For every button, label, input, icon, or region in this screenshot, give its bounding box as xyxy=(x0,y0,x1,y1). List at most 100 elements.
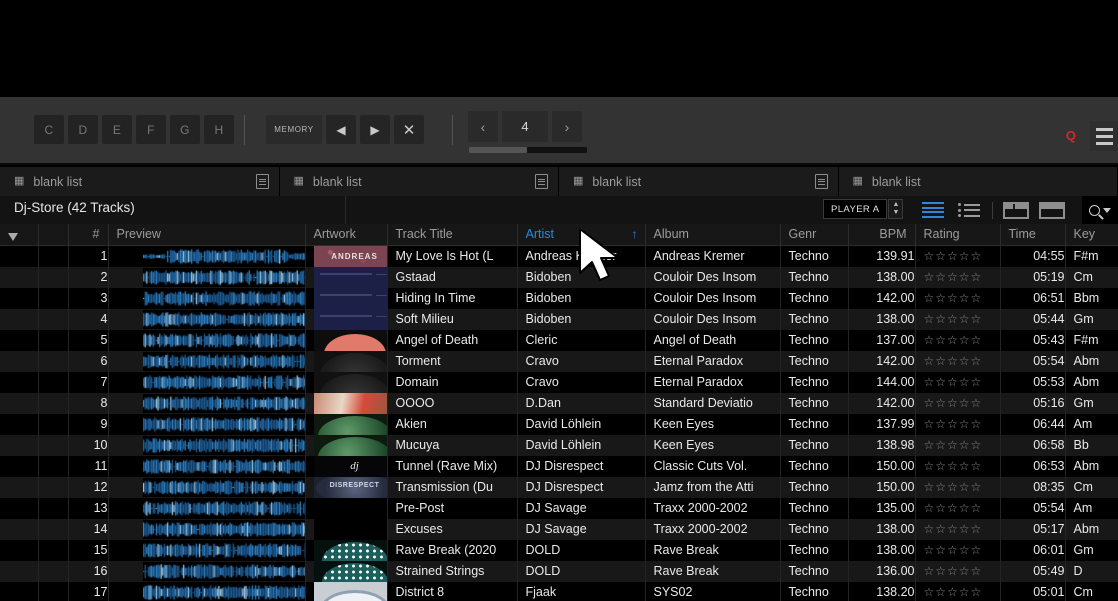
row-flag-cell[interactable] xyxy=(0,581,39,601)
row-waveform-preview[interactable] xyxy=(108,266,306,288)
row-mark-cell[interactable] xyxy=(38,371,69,393)
row-mark-cell[interactable] xyxy=(38,518,69,540)
page-number-display[interactable]: 4 xyxy=(502,111,548,142)
row-flag-cell[interactable] xyxy=(0,371,39,393)
row-rating[interactable]: ☆☆☆☆☆ xyxy=(915,455,1001,477)
row-flag-cell[interactable] xyxy=(0,329,39,351)
column-header-rating[interactable]: Rating xyxy=(915,224,1001,246)
page-scrollbar[interactable] xyxy=(469,147,587,153)
column-header-time[interactable]: Time xyxy=(1000,224,1066,246)
row-waveform-preview[interactable] xyxy=(108,560,306,582)
memory-delete-button[interactable]: ✕ xyxy=(394,115,424,144)
row-flag-cell[interactable] xyxy=(0,476,39,498)
pane-layout-single-icon[interactable] xyxy=(1039,201,1065,219)
table-row[interactable]: 17 District 8 Fjaak SYS02 Techno 138.20 ☆☆☆☆☆ 0… xyxy=(0,581,1118,601)
table-row[interactable]: 1 ANDREAS My Love Is Hot (L Andreas Kremer A… xyxy=(0,245,1118,267)
row-mark-cell[interactable] xyxy=(38,581,69,601)
row-rating[interactable]: ☆☆☆☆☆ xyxy=(915,581,1001,601)
row-rating[interactable]: ☆☆☆☆☆ xyxy=(915,560,1001,582)
page-next-button[interactable]: › xyxy=(552,111,582,142)
table-row[interactable]: 14 Excuses DJ Savage Traxx 2000-2002 Techno 1… xyxy=(0,518,1118,540)
track-list[interactable]: # Preview Artwork Track Title Artist ↑ A… xyxy=(0,224,1118,601)
row-flag-cell[interactable] xyxy=(0,392,39,414)
row-rating[interactable]: ☆☆☆☆☆ xyxy=(915,350,1001,372)
row-waveform-preview[interactable] xyxy=(108,308,306,330)
row-mark-cell[interactable] xyxy=(38,455,69,477)
hotcue-button-e[interactable]: E xyxy=(102,115,132,144)
row-waveform-preview[interactable] xyxy=(108,518,306,540)
row-mark-cell[interactable] xyxy=(38,392,69,414)
view-list-detailed-icon[interactable] xyxy=(915,200,951,220)
row-waveform-preview[interactable] xyxy=(108,434,306,456)
row-flag-cell[interactable] xyxy=(0,518,39,540)
row-flag-cell[interactable] xyxy=(0,308,39,330)
row-mark-cell[interactable] xyxy=(38,434,69,456)
row-rating[interactable]: ☆☆☆☆☆ xyxy=(915,392,1001,414)
page-prev-button[interactable]: ‹ xyxy=(468,111,498,142)
row-flag-cell[interactable] xyxy=(0,497,39,519)
row-rating[interactable]: ☆☆☆☆☆ xyxy=(915,329,1001,351)
table-row[interactable]: 11 dj Tunnel (Rave Mix) DJ Disrespect Classi… xyxy=(0,455,1118,477)
row-rating[interactable]: ☆☆☆☆☆ xyxy=(915,476,1001,498)
table-row[interactable]: 7 Domain Cravo Eternal Paradox Techno 144.00 ☆… xyxy=(0,371,1118,393)
row-rating[interactable]: ☆☆☆☆☆ xyxy=(915,434,1001,456)
list-options-icon[interactable] xyxy=(255,174,269,189)
row-flag-cell[interactable] xyxy=(0,350,39,372)
pane-layout-split-icon[interactable] xyxy=(1003,201,1029,219)
column-header-title[interactable]: Track Title xyxy=(387,224,518,246)
row-flag-cell[interactable] xyxy=(0,455,39,477)
row-rating[interactable]: ☆☆☆☆☆ xyxy=(915,371,1001,393)
row-waveform-preview[interactable] xyxy=(108,581,306,601)
quantize-indicator[interactable]: Q xyxy=(1066,128,1076,143)
row-mark-cell[interactable] xyxy=(38,539,69,561)
column-header-bpm[interactable]: BPM xyxy=(848,224,916,246)
row-waveform-preview[interactable] xyxy=(108,413,306,435)
row-rating[interactable]: ☆☆☆☆☆ xyxy=(915,245,1001,267)
row-rating[interactable]: ☆☆☆☆☆ xyxy=(915,287,1001,309)
hotcue-button-h[interactable]: H xyxy=(204,115,234,144)
column-header-filter[interactable] xyxy=(0,224,39,246)
column-header-index[interactable]: # xyxy=(68,224,109,246)
table-row[interactable]: 8 OOOO D.Dan Standard Deviatio Techno 142.00 ☆… xyxy=(0,392,1118,414)
table-row[interactable]: 6 Torment Cravo Eternal Paradox Techno 142.00… xyxy=(0,350,1118,372)
memory-next-button[interactable]: ▶ xyxy=(360,115,390,144)
column-header-artwork[interactable]: Artwork xyxy=(305,224,388,246)
row-waveform-preview[interactable] xyxy=(108,371,306,393)
hotcue-button-g[interactable]: G xyxy=(170,115,200,144)
table-row[interactable]: 16 Strained Strings DOLD Rave Break Techno 13… xyxy=(0,560,1118,582)
row-mark-cell[interactable] xyxy=(38,497,69,519)
row-mark-cell[interactable] xyxy=(38,245,69,267)
row-waveform-preview[interactable] xyxy=(108,245,306,267)
column-header-mark[interactable] xyxy=(38,224,69,246)
player-selector[interactable]: PLAYER A ▲ ▼ xyxy=(823,199,904,219)
row-mark-cell[interactable] xyxy=(38,287,69,309)
search-button[interactable] xyxy=(1082,196,1118,224)
tab-blank-list-3[interactable]: ▦ blank list xyxy=(559,167,839,196)
view-list-compact-icon[interactable] xyxy=(951,200,987,220)
row-waveform-preview[interactable] xyxy=(108,287,306,309)
row-waveform-preview[interactable] xyxy=(108,392,306,414)
tab-blank-list-4[interactable]: ▦ blank list xyxy=(838,167,1118,196)
row-flag-cell[interactable] xyxy=(0,539,39,561)
hamburger-icon[interactable] xyxy=(1090,121,1118,151)
table-row[interactable]: 9 Akien David Löhlein Keen Eyes Techno 137.99… xyxy=(0,413,1118,435)
row-mark-cell[interactable] xyxy=(38,413,69,435)
row-waveform-preview[interactable] xyxy=(108,476,306,498)
column-header-preview[interactable]: Preview xyxy=(108,224,306,246)
memory-prev-button[interactable]: ◀ xyxy=(326,115,356,144)
row-rating[interactable]: ☆☆☆☆☆ xyxy=(915,539,1001,561)
tab-blank-list-2[interactable]: ▦ blank list xyxy=(279,167,559,196)
row-flag-cell[interactable] xyxy=(0,245,39,267)
row-waveform-preview[interactable] xyxy=(108,539,306,561)
row-waveform-preview[interactable] xyxy=(108,329,306,351)
row-mark-cell[interactable] xyxy=(38,266,69,288)
table-row[interactable]: 12 DISRESPECT Transmission (Du DJ Disrespec… xyxy=(0,476,1118,498)
row-rating[interactable]: ☆☆☆☆☆ xyxy=(915,497,1001,519)
row-flag-cell[interactable] xyxy=(0,266,39,288)
row-waveform-preview[interactable] xyxy=(108,350,306,372)
column-header-key[interactable]: Key xyxy=(1065,224,1118,246)
column-header-genre[interactable]: Genr xyxy=(780,224,849,246)
row-rating[interactable]: ☆☆☆☆☆ xyxy=(915,308,1001,330)
list-options-icon[interactable] xyxy=(535,174,548,189)
list-options-icon[interactable] xyxy=(814,174,828,189)
